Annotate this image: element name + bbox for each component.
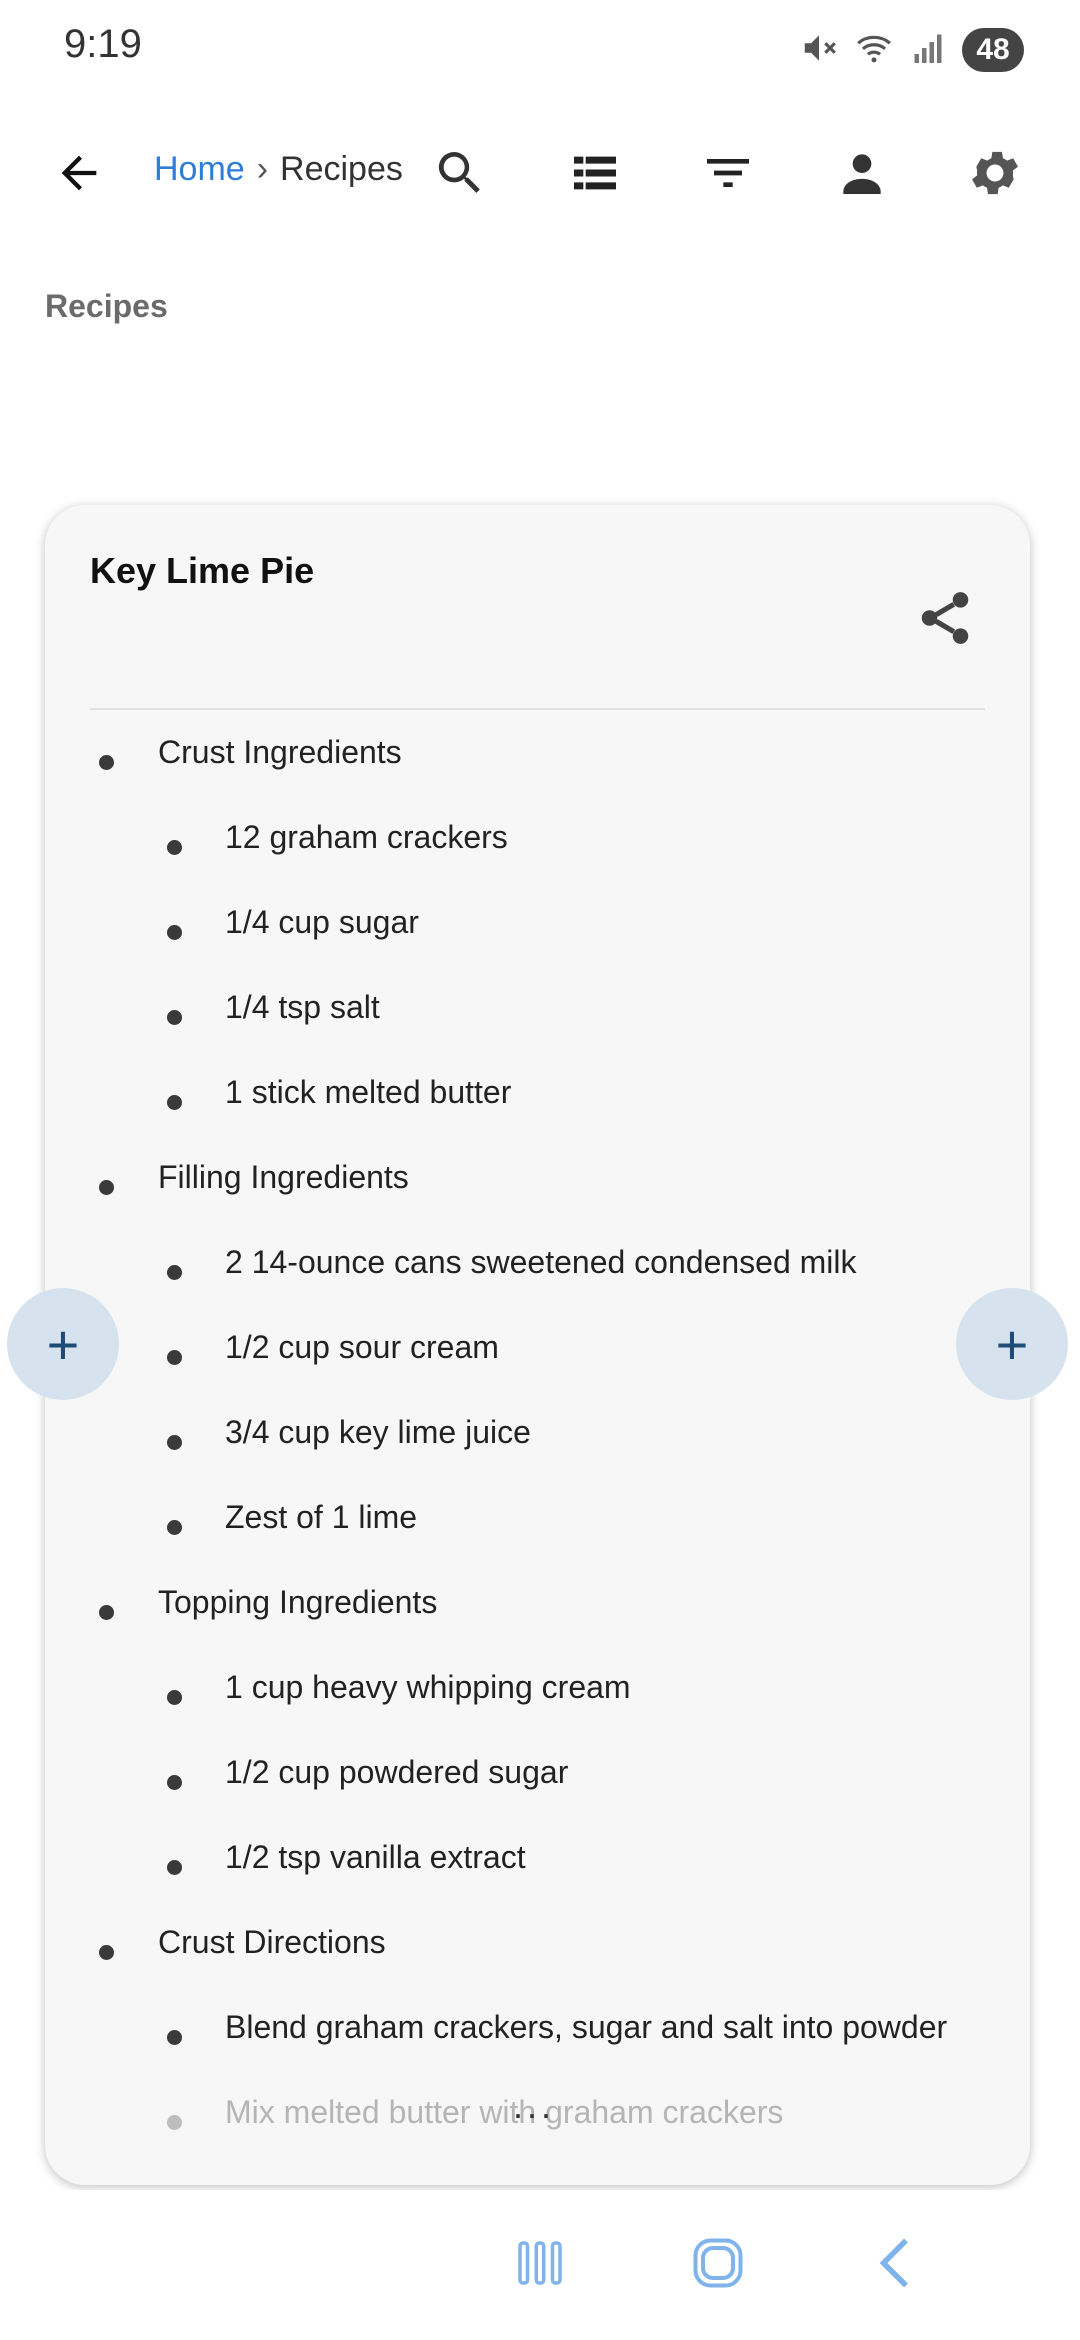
- breadcrumb-current: Recipes: [280, 150, 403, 188]
- bullet: [167, 2030, 182, 2045]
- breadcrumb: Home › Recipes: [154, 150, 403, 189]
- list-item[interactable]: Topping Ingredients: [45, 1562, 1030, 1647]
- list-item[interactable]: Crust Directions: [45, 1902, 1030, 1987]
- wifi-icon: [854, 29, 894, 72]
- back-button[interactable]: [24, 120, 134, 230]
- list-item-text: 1 stick melted butter: [225, 1074, 512, 1110]
- bullet: [167, 1265, 182, 1280]
- list-item[interactable]: 1/4 tsp salt: [45, 967, 1030, 1052]
- list-view-button[interactable]: [540, 120, 650, 230]
- list-item-text: 2 14-ounce cans sweetened condensed milk: [225, 1244, 857, 1280]
- bullet: [167, 1010, 182, 1025]
- filter-button[interactable]: [673, 120, 783, 230]
- section-title: Recipes: [45, 288, 168, 324]
- more-indicator[interactable]: ...: [513, 2085, 555, 2127]
- bullet: [167, 1860, 182, 1875]
- list-item[interactable]: 1 stick melted butter: [45, 1052, 1030, 1137]
- bullet: [167, 1775, 182, 1790]
- list-item-text: Filling Ingredients: [158, 1159, 409, 1195]
- bullet: [167, 1520, 182, 1535]
- bullet: [167, 1435, 182, 1450]
- bullet: [99, 755, 114, 770]
- list-item-text: Crust Ingredients: [158, 734, 402, 770]
- bullet: [167, 1350, 182, 1365]
- bullet: [167, 925, 182, 940]
- home-icon: [688, 2233, 748, 2298]
- bullet: [99, 1605, 114, 1620]
- list-item[interactable]: Blend graham crackers, sugar and salt in…: [45, 1987, 1030, 2072]
- list-item[interactable]: 1/2 cup powdered sugar: [45, 1732, 1030, 1817]
- list-item-text: 12 graham crackers: [225, 819, 508, 855]
- list-item-text: Mix melted butter with graham crackers: [225, 2094, 784, 2130]
- status-icons: 48: [800, 24, 1024, 76]
- list-item-text: 1/2 cup powdered sugar: [225, 1754, 569, 1790]
- bullet: [99, 1945, 114, 1960]
- list-item[interactable]: 12 graham crackers: [45, 797, 1030, 882]
- arrow-left-icon: [53, 147, 105, 204]
- list-item-text: Blend graham crackers, sugar and salt in…: [225, 2009, 948, 2045]
- bullet: [167, 2115, 182, 2130]
- recent-apps-icon: [510, 2233, 570, 2298]
- recipe-title: Key Lime Pie: [90, 550, 315, 591]
- list-item[interactable]: Zest of 1 lime: [45, 1477, 1030, 1562]
- ingredient-list: Crust Ingredients 12 graham crackers 1/4…: [45, 712, 1030, 2157]
- mute-icon: [800, 29, 838, 72]
- list-item[interactable]: 2 14-ounce cans sweetened condensed milk: [45, 1222, 1030, 1307]
- breadcrumb-separator: ›: [256, 150, 269, 188]
- plus-icon: +: [995, 1312, 1029, 1376]
- list-item-text: 1/2 tsp vanilla extract: [225, 1839, 526, 1875]
- add-left-button[interactable]: +: [7, 1288, 119, 1400]
- share-button[interactable]: [910, 585, 980, 655]
- nav-back-button[interactable]: [856, 2225, 936, 2305]
- back-icon: [866, 2233, 926, 2298]
- battery-indicator: 48: [962, 28, 1024, 72]
- list-item-text: Zest of 1 lime: [225, 1499, 418, 1535]
- breadcrumb-home-link[interactable]: Home: [154, 150, 245, 189]
- list-item-text: 3/4 cup key lime juice: [225, 1414, 531, 1450]
- plus-icon: +: [46, 1312, 80, 1376]
- account-icon: [834, 145, 890, 206]
- list-item[interactable]: 1/2 tsp vanilla extract: [45, 1817, 1030, 1902]
- bullet: [99, 1180, 114, 1195]
- list-item[interactable]: 1/4 cup sugar: [45, 882, 1030, 967]
- list-item-text: Crust Directions: [158, 1924, 386, 1960]
- search-button[interactable]: [405, 120, 515, 230]
- list-item-text: 1 cup heavy whipping cream: [225, 1669, 631, 1705]
- settings-button[interactable]: [940, 120, 1050, 230]
- top-app-bar: Home › Recipes: [0, 120, 1080, 230]
- bullet: [167, 1690, 182, 1705]
- account-button[interactable]: [807, 120, 917, 230]
- list-item[interactable]: 1/2 cup sour cream: [45, 1307, 1030, 1392]
- card-divider: [90, 708, 985, 710]
- system-nav-bar: [0, 2190, 1080, 2340]
- status-bar: 9:19 48: [0, 0, 1080, 100]
- add-right-button[interactable]: +: [956, 1288, 1068, 1400]
- recipe-card[interactable]: Key Lime Pie Crust Ingredients 12 graham…: [45, 505, 1030, 2185]
- filter-icon: [700, 145, 756, 206]
- list-item[interactable]: Filling Ingredients: [45, 1137, 1030, 1222]
- recent-apps-button[interactable]: [500, 2225, 580, 2305]
- list-item-text: 1/4 cup sugar: [225, 904, 419, 940]
- list-item-text: Topping Ingredients: [158, 1584, 438, 1620]
- bullet: [167, 1095, 182, 1110]
- share-icon: [914, 587, 976, 654]
- home-button[interactable]: [678, 2225, 758, 2305]
- bullet: [167, 840, 182, 855]
- search-icon: [432, 145, 488, 206]
- list-item-text: 1/2 cup sour cream: [225, 1329, 499, 1365]
- signal-icon: [910, 30, 946, 71]
- status-time: 9:19: [64, 22, 142, 66]
- list-item[interactable]: Crust Ingredients: [45, 712, 1030, 797]
- list-item[interactable]: 3/4 cup key lime juice: [45, 1392, 1030, 1477]
- list-item[interactable]: 1 cup heavy whipping cream: [45, 1647, 1030, 1732]
- settings-icon: [966, 144, 1024, 207]
- list-item-text: 1/4 tsp salt: [225, 989, 380, 1025]
- list-view-icon: [567, 145, 623, 206]
